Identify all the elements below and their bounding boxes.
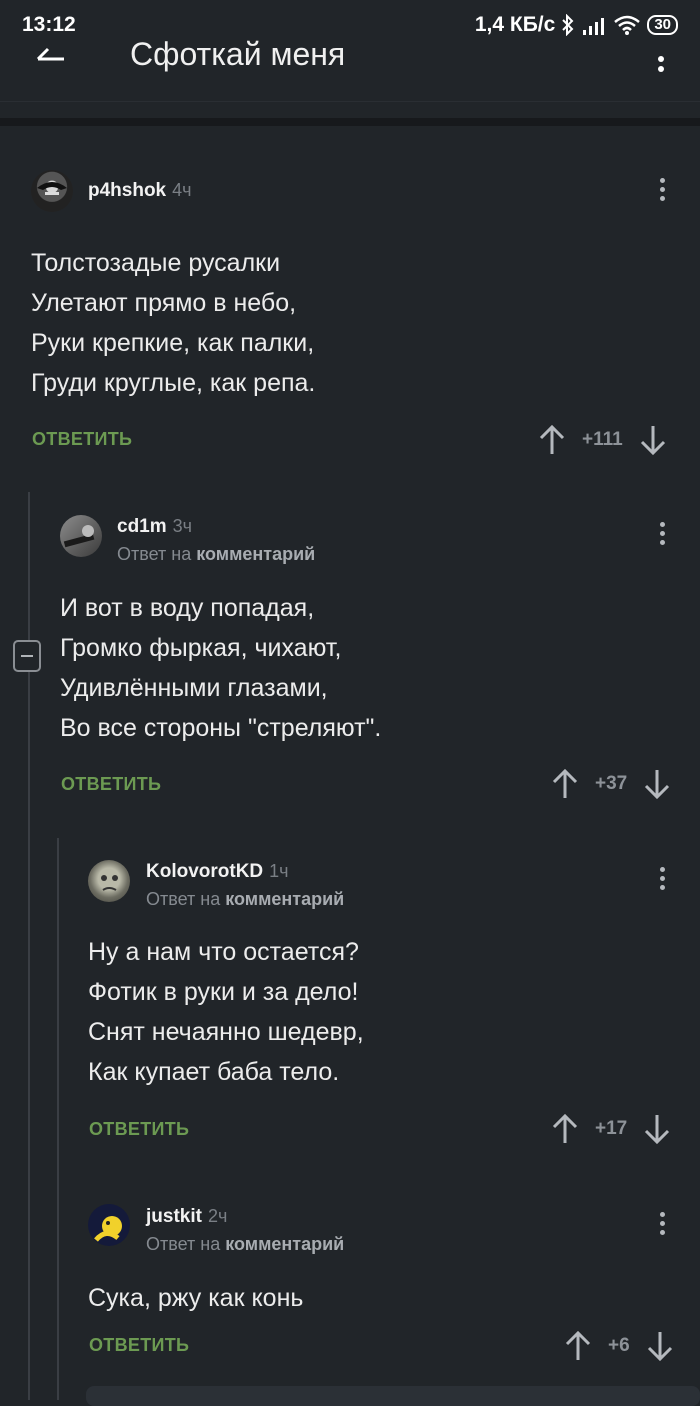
comment-menu-icon[interactable] (660, 1212, 666, 1239)
upvote-arrow-icon[interactable] (551, 1113, 579, 1145)
comment-author[interactable]: justkit 2ч (146, 1206, 227, 1228)
username[interactable]: p4hshok (88, 180, 166, 201)
reply-to-target[interactable]: комментарий (196, 544, 315, 564)
comment-menu-icon[interactable] (660, 522, 666, 549)
comment-line: Груди круглые, как репа. (31, 369, 316, 397)
upvote-arrow-icon[interactable] (564, 1330, 592, 1362)
username[interactable]: KolovorotKD (146, 861, 263, 882)
reply-button[interactable]: ОТВЕТИТЬ (89, 1119, 189, 1140)
avatar[interactable] (88, 860, 130, 902)
comment-author[interactable]: KolovorotKD 1ч (146, 861, 289, 883)
reply-button[interactable]: ОТВЕТИТЬ (89, 1335, 189, 1356)
comment-line: Как купает баба тело. (88, 1058, 340, 1086)
comment-text: Сука, ржу как конь (88, 1278, 303, 1318)
reply-to-target[interactable]: комментарий (225, 1234, 344, 1254)
comment-line: Удивлёнными глазами, (60, 674, 328, 702)
comment-menu-icon[interactable] (660, 178, 666, 205)
downvote-arrow-icon[interactable] (643, 1113, 671, 1145)
comment-line: Фотик в руки и за дело! (88, 978, 359, 1006)
username[interactable]: cd1m (117, 516, 167, 537)
collapse-thread-button[interactable] (13, 640, 41, 672)
comment-author[interactable]: cd1m 3ч (117, 516, 192, 538)
section-divider (0, 118, 700, 126)
comment-line: Улетают прямо в небо, (31, 289, 297, 317)
comment-score: +17 (595, 1118, 628, 1139)
more-menu-icon[interactable] (658, 40, 664, 72)
username[interactable]: justkit (146, 1206, 202, 1227)
comment-line: Снят нечаянно шедевр, (88, 1018, 364, 1046)
reply-to-label[interactable]: Ответ на комментарий (117, 544, 315, 565)
vote-controls: +111 (538, 424, 667, 456)
vote-controls: +6 (564, 1330, 674, 1362)
upvote-arrow-icon[interactable] (538, 424, 566, 456)
next-comment-card (86, 1386, 700, 1406)
comment-line: Толстозадые русалки (31, 249, 281, 277)
avatar[interactable] (31, 170, 73, 212)
thread-line-level-2[interactable] (57, 838, 59, 1400)
downvote-arrow-icon[interactable] (646, 1330, 674, 1362)
reply-to-label[interactable]: Ответ на комментарий (146, 1234, 344, 1255)
comment-author[interactable]: p4hshok 4ч (88, 180, 192, 202)
reply-to-label[interactable]: Ответ на комментарий (146, 889, 344, 910)
comment-line: И вот в воду попадая, (60, 594, 315, 622)
vote-controls: +37 (551, 768, 671, 800)
reply-to-prefix: Ответ на (117, 544, 192, 564)
upvote-arrow-icon[interactable] (551, 768, 579, 800)
downvote-arrow-icon[interactable] (643, 768, 671, 800)
avatar[interactable] (60, 515, 102, 557)
comment-time: 4ч (172, 180, 192, 200)
comment-line: Ну а нам что остается? (88, 938, 359, 966)
downvote-arrow-icon[interactable] (639, 424, 667, 456)
reply-button[interactable]: ОТВЕТИТЬ (61, 774, 161, 795)
reply-to-target[interactable]: комментарий (225, 889, 344, 909)
comment-line: Во все стороны "стреляют". (60, 714, 382, 742)
page-title: Сфоткай меня (130, 36, 346, 72)
comment-score: +111 (582, 429, 623, 450)
comment-time: 1ч (269, 861, 289, 881)
back-arrow-icon[interactable] (36, 34, 66, 64)
comment-line: Руки крепкие, как палки, (31, 329, 315, 357)
comment-line: Громко фыркая, чихают, (60, 634, 342, 662)
app-bar: Сфоткай меня (0, 30, 700, 102)
comment-time: 2ч (207, 1206, 228, 1226)
comment-score: +37 (595, 773, 628, 794)
comment-text: Толстозадые русалки Улетают прямо в небо… (31, 243, 315, 403)
reply-to-prefix: Ответ на (146, 889, 221, 909)
comment-text: И вот в воду попадая, Громко фыркая, чих… (60, 588, 381, 748)
avatar[interactable] (88, 1204, 130, 1246)
comment-text: Ну а нам что остается? Фотик в руки и за… (88, 932, 364, 1092)
reply-to-prefix: Ответ на (146, 1234, 221, 1254)
vote-controls: +17 (551, 1113, 671, 1145)
comment-score: +6 (608, 1335, 630, 1356)
reply-button[interactable]: ОТВЕТИТЬ (32, 429, 132, 450)
comment-time: 3ч (172, 516, 193, 536)
app-bar-divider (0, 101, 700, 102)
comment-menu-icon[interactable] (660, 867, 666, 894)
comment-line: Сука, ржу как конь (88, 1284, 304, 1312)
thread-line-level-1[interactable] (28, 492, 30, 1400)
